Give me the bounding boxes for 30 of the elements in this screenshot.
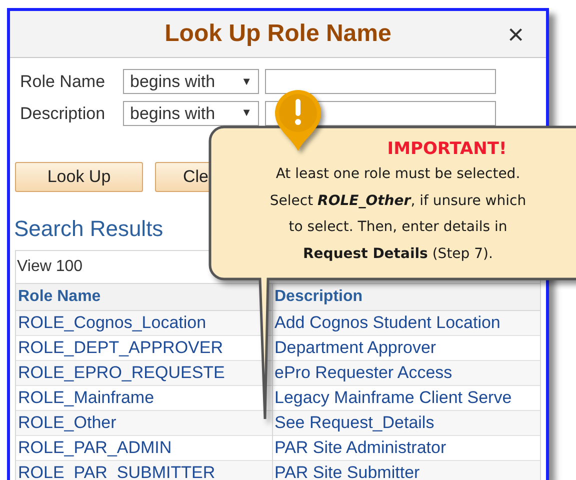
field-label: Description — [20, 102, 106, 124]
section-heading: Search Results — [14, 216, 164, 241]
operator-dropdown[interactable]: begins with ▼ — [123, 100, 259, 126]
role-name-link[interactable]: ROLE_EPRO_REQUESTE — [16, 360, 272, 385]
callout-text: At least one role must be selected. Select ROLE_Other, if unsure which to select. Then, enter details in Request Details (Step 7). — [268, 165, 528, 264]
table-cell: PAR Site Submitter — [272, 460, 540, 480]
table-cell: PAR Site Administrator — [272, 435, 540, 460]
table-cell: Department Approver — [272, 335, 540, 360]
view-all-link[interactable]: View 100 — [17, 255, 83, 279]
dropdown-arrow: ▼ — [241, 74, 252, 90]
callout-title: IMPORTANT! — [387, 138, 507, 160]
dialog-title: Look Up Role Name — [164, 19, 392, 49]
role-name-link[interactable]: ROLE_PAR_ADMIN — [16, 435, 272, 460]
role-name-link[interactable]: ROLE_PAR_SUBMITTER — [16, 460, 272, 480]
table-cell: Legacy Mainframe Client Serve — [272, 385, 540, 410]
field-label: Role Name — [20, 71, 106, 93]
dropdown-arrow: ▼ — [241, 106, 252, 121]
role-name-link[interactable]: ROLE_Other — [16, 410, 272, 435]
role-name-link[interactable]: ROLE_DEPT_APPROVER — [16, 335, 272, 360]
close-button[interactable]: × — [508, 21, 524, 49]
column-header[interactable]: Description — [272, 284, 540, 310]
operator-dropdown[interactable]: begins with ▼ — [123, 69, 259, 94]
look-up-button[interactable]: Look Up — [15, 162, 143, 192]
column-header[interactable]: Role Name — [16, 284, 272, 310]
table-cell: ePro Requester Access — [272, 360, 540, 385]
role-name-link[interactable]: ROLE_Mainframe — [16, 385, 272, 410]
role-name-link[interactable]: ROLE_Cognos_Location — [16, 310, 272, 335]
table-cell: Add Cognos Student Location — [272, 310, 540, 335]
search-field[interactable] — [265, 69, 496, 94]
table-cell: See Request_Details — [272, 410, 540, 435]
